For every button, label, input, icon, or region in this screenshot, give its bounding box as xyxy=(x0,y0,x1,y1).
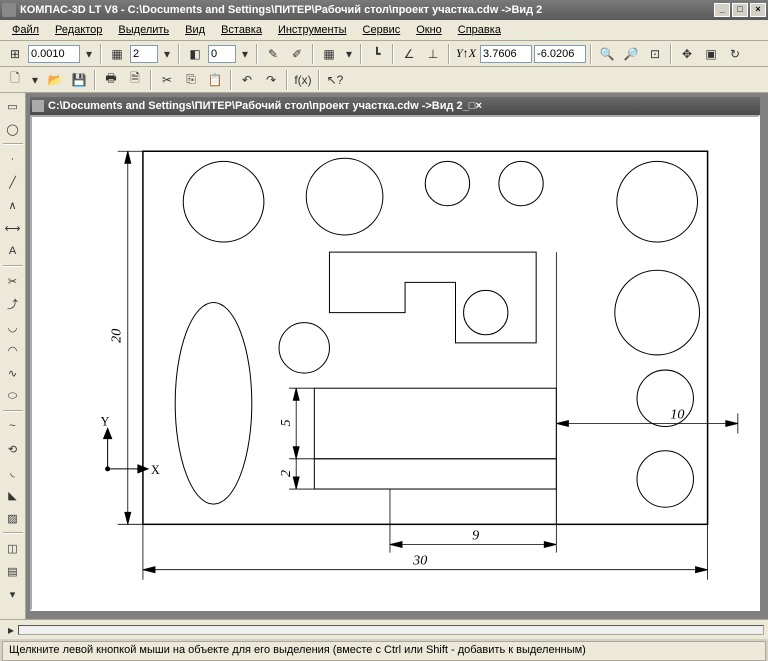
text-tool-icon[interactable]: A xyxy=(2,240,24,262)
document-frame: C:\Documents and Settings\ПИТЕР\Рабочий … xyxy=(26,93,768,619)
point-tool-icon[interactable]: · xyxy=(2,148,24,170)
state-input[interactable] xyxy=(208,45,236,63)
step-input[interactable] xyxy=(28,45,80,63)
paste-icon[interactable]: 📋 xyxy=(204,69,226,91)
curve-tool-icon[interactable]: ∿ xyxy=(2,362,24,384)
menu-tools[interactable]: Инструменты xyxy=(272,22,353,38)
undo-icon[interactable]: ↶ xyxy=(236,69,258,91)
menu-help[interactable]: Справка xyxy=(452,22,507,38)
dim-horizontal-10: 10 xyxy=(670,406,684,422)
menu-window[interactable]: Окно xyxy=(410,22,448,38)
line-tool-icon[interactable]: ╱ xyxy=(2,171,24,193)
zoom-out-icon[interactable]: 🔎 xyxy=(620,43,642,65)
state-icon[interactable]: ◧ xyxy=(184,43,206,65)
axis-y-label: Y xyxy=(101,415,110,429)
toolbar-row-2: 🗋 ▾ 📂 💾 🖶 🗎 ✂ ⎘ 📋 ↶ ↷ f(x) ↖? xyxy=(0,67,768,93)
drawing-canvas[interactable]: 20 30 9 xyxy=(30,115,760,611)
dim-vertical-20: 20 xyxy=(109,329,125,343)
bezier-tool-icon[interactable]: ~ xyxy=(2,415,24,437)
hatch-tool-icon[interactable]: ▨ xyxy=(2,507,24,529)
arrow-down-icon[interactable]: ▾ xyxy=(2,583,24,605)
menu-view[interactable]: Вид xyxy=(179,22,211,38)
doc-icon xyxy=(32,100,44,112)
ellipse-tool-icon[interactable]: ⬭ xyxy=(2,385,24,407)
contour-tool-icon[interactable]: ⟲ xyxy=(2,438,24,460)
app-title: КОМПАС-3D LT V8 - C:\Documents and Setti… xyxy=(20,4,542,16)
app-icon xyxy=(2,3,16,17)
main-titlebar: КОМПАС-3D LT V8 - C:\Documents and Setti… xyxy=(0,0,768,20)
menu-editor[interactable]: Редактор xyxy=(49,22,108,38)
misc1-tool-icon[interactable]: ◫ xyxy=(2,537,24,559)
select-tool-icon[interactable]: ▭ xyxy=(2,95,24,117)
dimension-tool-icon[interactable]: ⟷ xyxy=(2,217,24,239)
zoom-window-icon[interactable]: ⊡ xyxy=(644,43,666,65)
maximize-button[interactable]: □ xyxy=(732,3,748,17)
dim-horizontal-9: 9 xyxy=(472,527,479,543)
save-icon[interactable]: 💾 xyxy=(68,69,90,91)
ortho-icon[interactable]: ┗ xyxy=(366,43,388,65)
layer-dropdown-icon[interactable]: ▾ xyxy=(160,43,174,65)
arc-tool-icon[interactable]: ◡ xyxy=(2,316,24,338)
statusbar: Щелкните левой кнопкой мыши на объекте д… xyxy=(2,641,766,661)
misc2-tool-icon[interactable]: ▤ xyxy=(2,560,24,582)
document-title: C:\Documents and Settings\ПИТЕР\Рабочий … xyxy=(48,100,463,112)
grid-dropdown-icon[interactable]: ▾ xyxy=(342,43,356,65)
close-button[interactable]: × xyxy=(750,3,766,17)
zoom-in-icon[interactable]: 🔍 xyxy=(596,43,618,65)
menu-select[interactable]: Выделить xyxy=(112,22,175,38)
fillet-tool-icon[interactable]: ◟ xyxy=(2,461,24,483)
menu-file[interactable]: Файл xyxy=(6,22,45,38)
doc-close-button[interactable]: × xyxy=(475,100,481,112)
status-text: Щелкните левой кнопкой мыши на объекте д… xyxy=(9,644,586,656)
angle-tool-icon[interactable]: ∧ xyxy=(2,194,24,216)
work-area: ▭ ◯ · ╱ ∧ ⟷ A ✂ ⤴ ◡ ◠ ∿ ⬭ ~ ⟲ ◟ ◣ ▨ ◫ ▤ … xyxy=(0,93,768,619)
snap-step-icon[interactable]: ⊞ xyxy=(4,43,26,65)
track-left-icon[interactable]: ▸ xyxy=(4,619,18,641)
dim-vertical-2: 2 xyxy=(278,470,294,477)
coord-x-input[interactable] xyxy=(480,45,532,63)
trim-tool-icon[interactable]: ✂ xyxy=(2,270,24,292)
preview-icon[interactable]: 🗎 xyxy=(124,69,146,91)
axis-x-label: X xyxy=(151,463,160,477)
pan-icon[interactable]: ✥ xyxy=(676,43,698,65)
bottom-bar: ▸ xyxy=(0,619,768,639)
toolbar-row-1: ⊞ ▾ ▦ ▾ ◧ ▾ ✎ ✐ ▦ ▾ ┗ ∠ ⊥ Y↑X 🔍 🔎 ⊡ ✥ ▣ … xyxy=(0,41,768,67)
dim-vertical-5: 5 xyxy=(278,419,294,426)
print-icon[interactable]: 🖶 xyxy=(100,69,122,91)
extend-tool-icon[interactable]: ⤴ xyxy=(2,293,24,315)
menu-insert[interactable]: Вставка xyxy=(215,22,268,38)
new-dropdown-icon[interactable]: ▾ xyxy=(28,69,42,91)
minimize-button[interactable]: _ xyxy=(714,3,730,17)
redraw-icon[interactable]: ↻ xyxy=(724,43,746,65)
dim-horizontal-30: 30 xyxy=(412,553,427,569)
coord-y-input[interactable] xyxy=(534,45,586,63)
menu-service[interactable]: Сервис xyxy=(357,22,407,38)
left-toolbar: ▭ ◯ · ╱ ∧ ⟷ A ✂ ⤴ ◡ ◠ ∿ ⬭ ~ ⟲ ◟ ◣ ▨ ◫ ▤ … xyxy=(0,93,26,619)
grid-icon[interactable]: ▦ xyxy=(318,43,340,65)
angle-icon[interactable]: ∠ xyxy=(398,43,420,65)
doc-maximize-button[interactable]: □ xyxy=(469,100,476,112)
fit-icon[interactable]: ▣ xyxy=(700,43,722,65)
open-icon[interactable]: 📂 xyxy=(44,69,66,91)
geometry-tool-icon[interactable]: ◯ xyxy=(2,118,24,140)
new-icon[interactable]: 🗋 xyxy=(4,69,26,91)
coord-x-label: Y↑X xyxy=(456,46,476,61)
state-dropdown-icon[interactable]: ▾ xyxy=(238,43,252,65)
layer-icon[interactable]: ▦ xyxy=(106,43,128,65)
brush1-icon[interactable]: ✎ xyxy=(262,43,284,65)
document-titlebar: C:\Documents and Settings\ПИТЕР\Рабочий … xyxy=(30,97,760,115)
bottom-track[interactable] xyxy=(18,625,764,635)
spline-tool-icon[interactable]: ◠ xyxy=(2,339,24,361)
layer-input[interactable] xyxy=(130,45,158,63)
step-dropdown-icon[interactable]: ▾ xyxy=(82,43,96,65)
brush2-icon[interactable]: ✐ xyxy=(286,43,308,65)
cut-icon[interactable]: ✂ xyxy=(156,69,178,91)
redo-icon[interactable]: ↷ xyxy=(260,69,282,91)
perp-icon[interactable]: ⊥ xyxy=(422,43,444,65)
menubar: Файл Редактор Выделить Вид Вставка Инстр… xyxy=(0,20,768,41)
chamfer-tool-icon[interactable]: ◣ xyxy=(2,484,24,506)
copy-icon[interactable]: ⎘ xyxy=(180,69,202,91)
cursor-help-icon[interactable]: ↖? xyxy=(324,69,346,91)
fx-icon[interactable]: f(x) xyxy=(292,69,314,91)
